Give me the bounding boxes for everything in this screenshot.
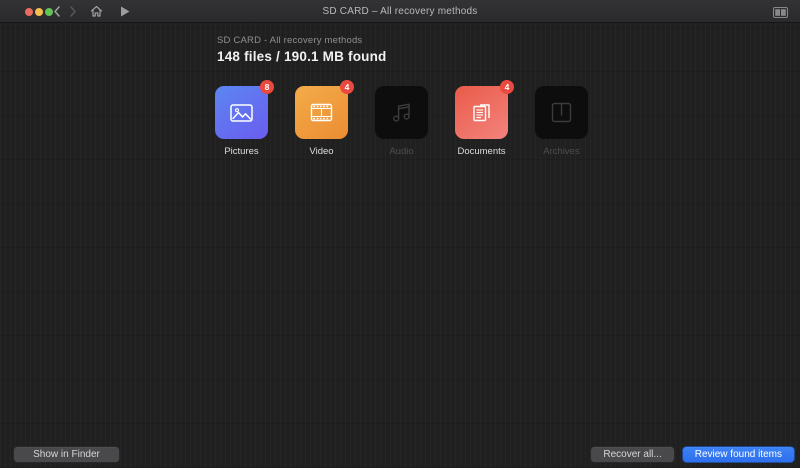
category-audio: Audio	[375, 86, 428, 157]
tile-label: Documents	[457, 146, 506, 157]
audio-tile[interactable]	[375, 86, 428, 139]
footer-actions: Recover all... Review found items	[590, 446, 795, 463]
tile-label: Archives	[543, 146, 580, 157]
tile-label: Audio	[389, 146, 414, 157]
category-pictures: 8 Pictures	[215, 80, 274, 157]
pictures-icon	[228, 99, 255, 126]
pictures-tile[interactable]: 8	[215, 80, 274, 139]
toggle-sidebar-button[interactable]	[773, 7, 788, 18]
category-tiles: 8 Pictures 4 Video Audio 4 Documents Arc…	[215, 80, 588, 157]
window-title: SD CARD – All recovery methods	[322, 6, 478, 17]
archive-box-icon	[548, 99, 575, 126]
tile-label: Video	[309, 146, 334, 157]
review-found-items-button[interactable]: Review found items	[681, 446, 795, 463]
documents-count-badge: 4	[500, 80, 514, 94]
documents-icon	[468, 99, 495, 126]
archives-tile[interactable]	[535, 86, 588, 139]
category-documents: 4 Documents	[455, 80, 514, 157]
show-in-finder-button[interactable]: Show in Finder	[13, 446, 120, 463]
scan-source-label: SD CARD - All recovery methods	[217, 35, 363, 46]
pictures-count-badge: 8	[260, 80, 274, 94]
video-tile[interactable]: 4	[295, 80, 354, 139]
film-icon	[308, 99, 335, 126]
video-count-badge: 4	[340, 80, 354, 94]
titlebar: SD CARD – All recovery methods	[0, 0, 800, 23]
tile-label: Pictures	[224, 146, 259, 157]
panel-toggle-icon	[773, 7, 788, 18]
documents-tile[interactable]: 4	[455, 80, 514, 139]
music-note-icon	[388, 99, 415, 126]
app-window: SD CARD – All recovery methods SD CARD -…	[0, 0, 800, 468]
scan-summary-title: 148 files / 190.1 MB found	[217, 49, 387, 64]
category-archives: Archives	[535, 86, 588, 157]
scan-results-header: SD CARD - All recovery methods 148 files…	[217, 35, 387, 64]
recover-all-button[interactable]: Recover all...	[590, 446, 675, 463]
category-video: 4 Video	[295, 80, 354, 157]
